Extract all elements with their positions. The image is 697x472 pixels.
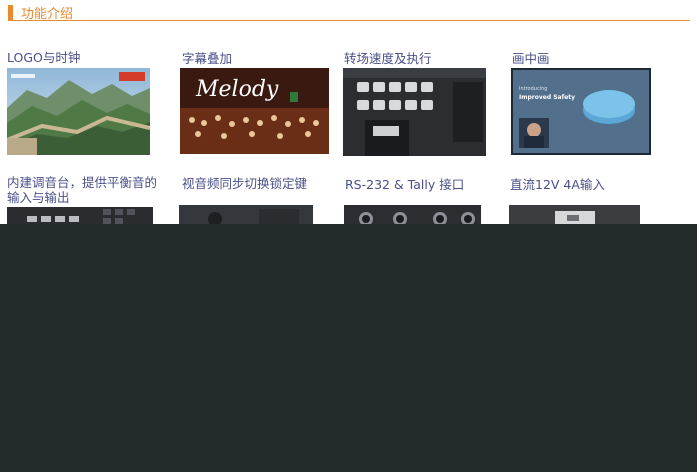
- feature-label-logo-clock: LOGO与时钟: [7, 50, 81, 65]
- dark-overlay-panel: [0, 224, 697, 472]
- thumbnail-av-sync: [179, 205, 313, 224]
- thumbnail-dc-power: [509, 205, 640, 224]
- feature-label-pip: 画中画: [512, 51, 550, 66]
- thumbnail-great-wall: [7, 68, 150, 155]
- thumbnail-switcher-panel: [343, 68, 486, 156]
- header-divider: [8, 20, 690, 21]
- feature-label-av-sync-lock: 视音频同步切换锁定键: [182, 176, 308, 191]
- feature-label-dc-input: 直流12V 4A输入: [510, 177, 605, 192]
- pip-small-text: Introducing: [519, 86, 547, 92]
- melody-caption: Melody: [195, 77, 279, 102]
- pip-title-text: Improved Safety: [519, 94, 575, 101]
- feature-label-rs232-tally: RS-232 & Tally 接口: [345, 177, 465, 192]
- thumbnail-picture-in-picture: Introducing Improved Safety: [511, 68, 651, 155]
- thumbnail-orchestra: Melody: [180, 68, 329, 154]
- thumbnail-audio-mixer: [7, 207, 153, 224]
- feature-label-subtitle-overlay: 字幕叠加: [182, 51, 233, 66]
- feature-label-transition-speed: 转场速度及执行: [344, 51, 432, 66]
- feature-label-audio-mixer-line2: 输入与输出: [7, 190, 70, 205]
- thumbnail-rs232-ports: [344, 205, 481, 224]
- feature-label-audio-mixer-line1: 内建调音台，提供平衡音的: [7, 175, 158, 190]
- section-header: 功能介绍: [0, 0, 697, 24]
- header-accent-bar: [8, 5, 13, 20]
